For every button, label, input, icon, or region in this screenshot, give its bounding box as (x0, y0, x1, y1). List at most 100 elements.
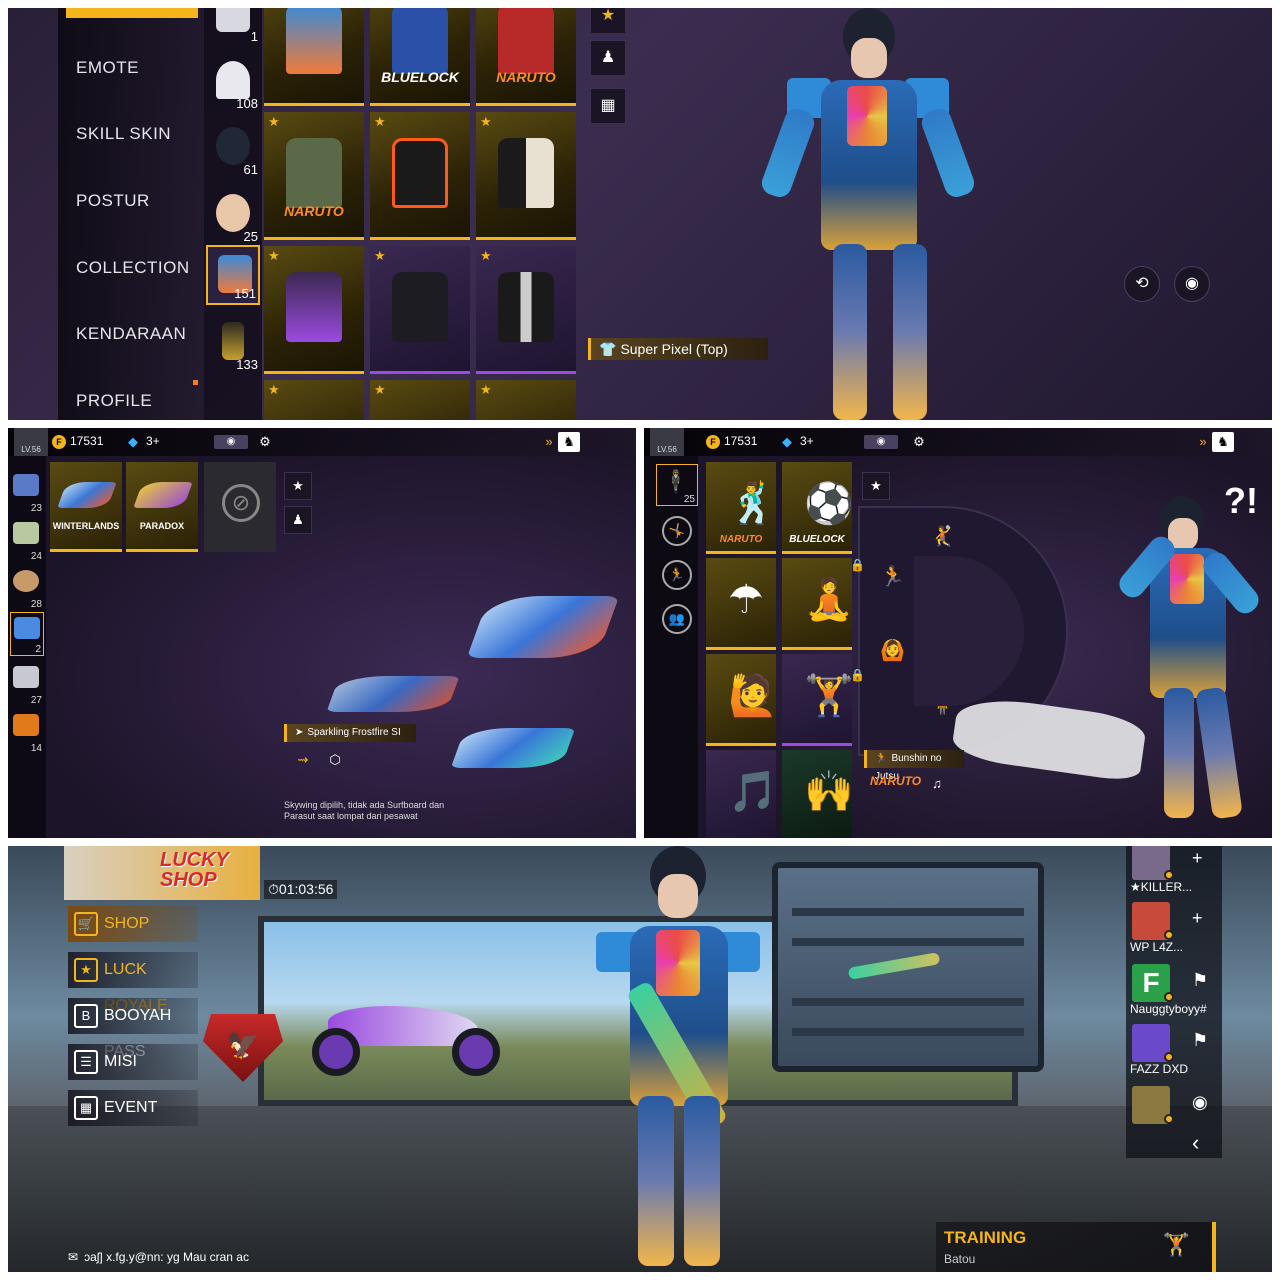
forward-icon[interactable]: » (538, 432, 560, 452)
emote-tile[interactable]: 🏋 (782, 654, 854, 746)
mannequin-icon[interactable]: ♟ (284, 506, 312, 534)
category-hair[interactable]: 61 (206, 119, 260, 179)
lucky-shop-banner[interactable]: LUCKY SHOP (64, 846, 260, 900)
no-glider-tile[interactable]: ⊘ (204, 462, 276, 552)
outfit-tile[interactable]: ★ (264, 380, 364, 420)
emote-tile[interactable]: ⚽ BLUELOCK (782, 462, 854, 554)
rotate-view-icon[interactable]: ⟲ (1124, 266, 1160, 302)
collapse-button[interactable]: ‹ (1192, 1130, 1199, 1156)
outfit-tile[interactable]: ★ (476, 246, 576, 374)
emote-tile[interactable]: 🕺 NARUTO (706, 462, 778, 554)
menu-item-skill-skin[interactable]: SKILL SKIN (76, 124, 171, 144)
emote-tile[interactable]: 🙌 (782, 750, 854, 838)
menu-active-indicator (66, 8, 198, 18)
none-icon: ⊘ (222, 484, 260, 522)
wheel-slot-icon[interactable]: 🙆 (880, 638, 905, 663)
wheel-slot-icon[interactable]: 🤾 (930, 524, 955, 549)
category-face[interactable]: 25 (206, 186, 260, 246)
item-count: 24 (30, 551, 42, 562)
friend-item[interactable]: + ★KILLER... (1126, 846, 1222, 902)
menu-event-button[interactable]: ▦ EVENT (68, 1090, 198, 1126)
outfit-tile[interactable]: BLUELOCK (370, 8, 470, 106)
preview-eye-icon[interactable]: ◉ (1174, 266, 1210, 302)
chat-bar[interactable]: ✉ ɔaʃ] x.fg.y@nn: yg Mau cran ac (68, 1250, 368, 1272)
dice-icon[interactable]: ⬡ (324, 750, 346, 770)
menu-item-collection[interactable]: COLLECTION (76, 258, 190, 278)
add-friend-icon[interactable]: + (1192, 908, 1203, 929)
outfit-tile[interactable]: NARUTO (476, 8, 576, 106)
vehicle-motorbike[interactable] (308, 998, 508, 1076)
category-cap[interactable]: 108 (206, 53, 260, 113)
sidebar-item-bandage[interactable]: 23 (10, 470, 44, 514)
diamond-count[interactable]: 3+ (800, 434, 814, 448)
emote-tile[interactable]: 🎵 (706, 750, 778, 838)
spectate-icon[interactable]: ◉ (1192, 1092, 1208, 1113)
menu-item-kendaraan[interactable]: KENDARAAN (76, 324, 186, 344)
category-figure[interactable]: 1 (206, 8, 260, 46)
settings-icon[interactable]: ⚙ (254, 432, 276, 452)
diamond-count[interactable]: 3+ (146, 434, 160, 448)
outfit-tile[interactable]: ★ (476, 380, 576, 420)
wheel-slot-icon[interactable]: 🏃 (880, 564, 905, 589)
settings-icon[interactable]: ⚙ (908, 432, 930, 452)
outfit-tile[interactable]: ★ (264, 246, 364, 374)
dance-icon[interactable]: 🤸 (662, 516, 692, 546)
friend-item[interactable]: ◉ (1126, 1084, 1222, 1146)
forward-icon[interactable]: » (1192, 432, 1214, 452)
sidebar-item-bowl[interactable]: 28 (10, 566, 44, 610)
sidebar-item-emblem[interactable]: 14 (10, 710, 44, 754)
category-top[interactable]: 151 (206, 245, 260, 305)
emote-tile[interactable]: 🙋 (706, 654, 778, 746)
menu-luck-royale-button[interactable]: ★LUCK ROYALE (68, 952, 198, 1014)
selected-item-name: 👕 Super Pixel (Top) (588, 338, 768, 360)
favorite-star-button[interactable]: ★ (284, 472, 312, 500)
gallery-icon[interactable]: ▦ (590, 88, 626, 124)
vault-eye-icon[interactable]: ◉ (864, 435, 898, 449)
mannequin-icon[interactable]: ♟ (590, 40, 626, 76)
outfit-tile[interactable]: ★ (370, 246, 470, 374)
emote-tile[interactable]: ☂ (706, 558, 776, 650)
invite-icon[interactable]: ⚑ (1192, 1030, 1208, 1051)
action-icon[interactable]: 🏃 (662, 560, 692, 590)
game-mode-selector[interactable]: TRAINING Batou 🏋 (936, 1222, 1216, 1272)
menu-booyah-pass-button[interactable]: BBOOYAH PASS (68, 998, 198, 1060)
music-icon[interactable]: ♫ (926, 774, 948, 794)
outfit-tile[interactable]: ★ (370, 380, 470, 420)
favorite-star-button[interactable]: ★ (590, 8, 626, 34)
friend-item[interactable]: + WP L4Z... (1126, 900, 1222, 962)
emote-tile[interactable]: 🧘 (782, 558, 854, 650)
selected-item-name: ➤ Sparkling Frostfire SI (284, 724, 416, 742)
invite-icon[interactable]: ⚑ (1192, 970, 1208, 991)
glider-tile[interactable]: PARADOX (126, 462, 198, 552)
sidebar-item-glider[interactable]: 2 (10, 612, 44, 656)
category-pants[interactable]: 133 (206, 314, 260, 374)
outfit-tile[interactable]: ★ (370, 112, 470, 240)
menu-misi-button[interactable]: ☰ MISI (68, 1044, 198, 1080)
vault-eye-icon[interactable]: ◉ (214, 435, 248, 449)
menu-item-postur[interactable]: POSTUR (76, 191, 150, 211)
star-icon: ★ (480, 114, 492, 129)
friend-item[interactable]: F ⚑ Nauggtyboyy# (1126, 962, 1222, 1024)
glider-tile[interactable]: WINTERLANDS (50, 462, 122, 552)
star-icon: ★ (480, 382, 492, 397)
star-icon: ★ (268, 114, 280, 129)
emote-figure-icon: 🕺 (728, 482, 778, 526)
sidebar-item-crate[interactable]: 27 (10, 662, 44, 706)
menu-item-profile[interactable]: PROFILE (76, 391, 152, 411)
item-count: 14 (30, 743, 42, 754)
character-icon[interactable]: ♞ (558, 432, 580, 452)
character-leg (1164, 688, 1194, 818)
outfit-tile[interactable]: ★ (476, 112, 576, 240)
sidebar-item-emote[interactable]: 🕴 25 (656, 464, 698, 506)
menu-item-emote[interactable]: EMOTE (76, 58, 139, 78)
sidebar-item-board[interactable]: 24 (10, 518, 44, 562)
friend-item[interactable]: ⚑ FAZZ DXD (1126, 1022, 1222, 1084)
chat-icon[interactable]: ✉ (68, 1250, 78, 1264)
outfit-tile[interactable]: ★ NARUTO (264, 112, 364, 240)
favorite-star-button[interactable]: ★ (862, 472, 890, 500)
add-friend-icon[interactable]: + (1192, 848, 1203, 869)
group-icon[interactable]: 👥 (662, 604, 692, 634)
menu-shop-button[interactable]: 🛒 SHOP (68, 906, 198, 942)
character-icon[interactable]: ♞ (1212, 432, 1234, 452)
outfit-tile[interactable] (264, 8, 364, 106)
